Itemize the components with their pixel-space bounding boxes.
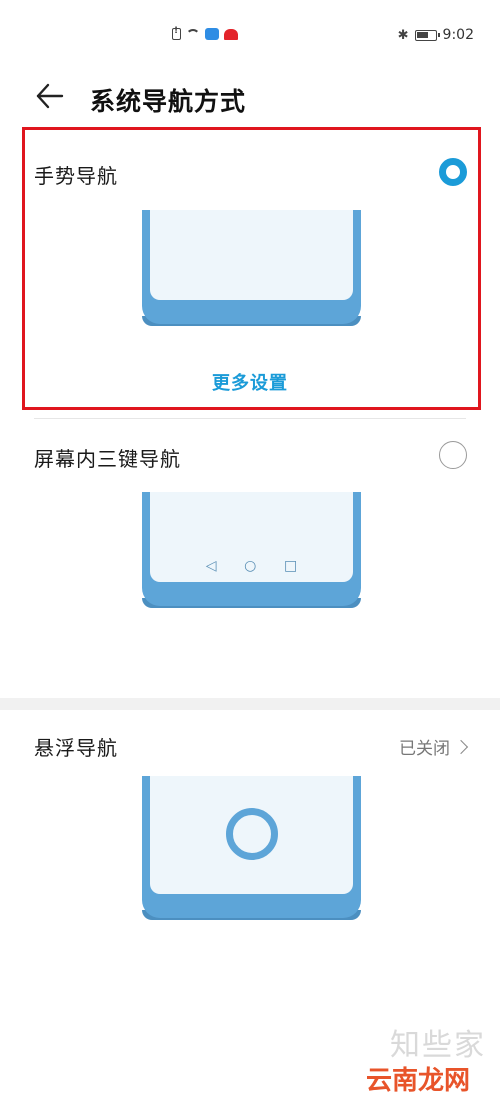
home-circle-icon: ○ <box>244 558 257 574</box>
section-gap <box>0 698 500 710</box>
floating-nav-illustration[interactable] <box>142 776 361 922</box>
option-floating-nav-title: 悬浮导航 <box>34 736 118 760</box>
floating-nav-ring-icon <box>226 808 278 860</box>
chevron-right-icon <box>453 739 469 754</box>
phone-screen: ◁ ○ □ <box>150 492 353 582</box>
huawei-logo-icon <box>224 28 238 40</box>
recents-square-icon: □ <box>283 558 298 574</box>
wifi-icon <box>186 29 200 39</box>
floating-nav-status[interactable]: 已关闭 <box>399 734 469 759</box>
arrow-left-icon[interactable] <box>34 82 64 110</box>
status-bar: ✱ 9:02 <box>0 0 500 64</box>
cloud-icon <box>205 28 219 40</box>
divider <box>34 418 466 419</box>
nav-buttons-row: ◁ ○ □ <box>150 558 353 574</box>
sim-alert-icon <box>172 26 181 40</box>
floating-nav-status-text: 已关闭 <box>399 739 450 759</box>
bluetooth-icon: ✱ <box>397 27 409 43</box>
three-key-nav-illustration[interactable]: ◁ ○ □ <box>142 492 361 610</box>
back-triangle-icon: ◁ <box>205 558 217 574</box>
phone-screen <box>150 776 353 894</box>
status-bar-left-icons <box>172 26 238 40</box>
header: 系统导航方式 <box>0 70 500 126</box>
status-time: 9:02 <box>442 27 474 43</box>
battery-icon <box>414 29 440 41</box>
radio-three-key-nav[interactable] <box>439 441 467 469</box>
option-three-key-nav-title: 屏幕内三键导航 <box>34 447 181 471</box>
watermark-top: 知些家 <box>390 1028 486 1063</box>
highlight-box <box>22 127 481 410</box>
status-bar-right: ✱ 9:02 <box>398 27 474 43</box>
page-title: 系统导航方式 <box>90 87 247 116</box>
watermark-main: 云南龙网 <box>365 1066 470 1096</box>
